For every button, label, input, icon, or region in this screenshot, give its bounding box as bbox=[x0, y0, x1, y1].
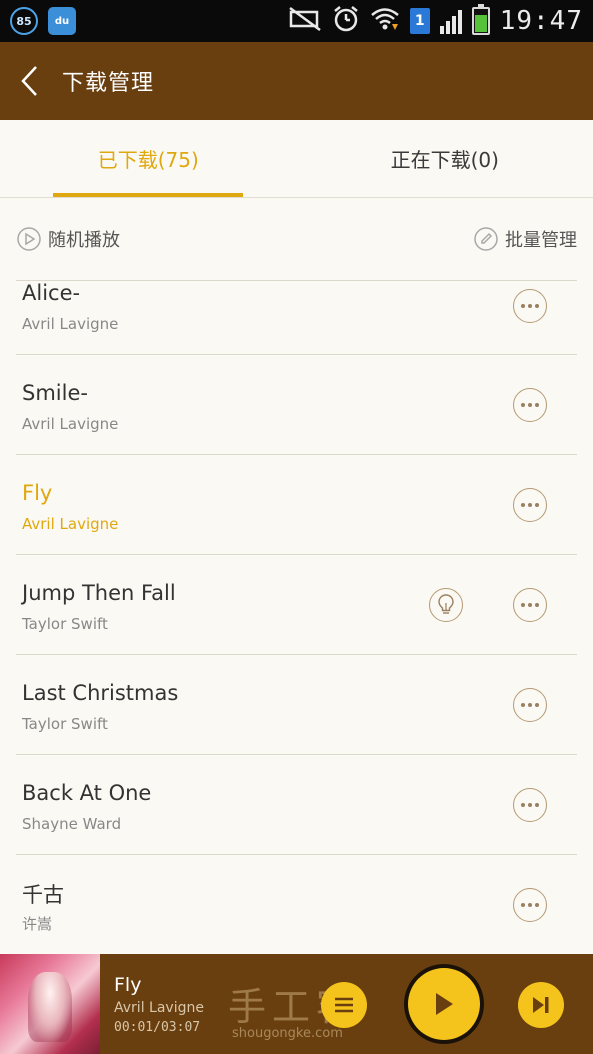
more-icon bbox=[521, 403, 539, 407]
more-options-button[interactable] bbox=[513, 588, 547, 622]
signal-icon bbox=[439, 8, 462, 34]
action-row: 随机播放 批量管理 bbox=[0, 198, 593, 280]
song-title: Alice- bbox=[22, 281, 81, 305]
tip-button[interactable] bbox=[429, 588, 463, 622]
list-item[interactable]: Smile- Avril Lavigne bbox=[16, 355, 577, 455]
more-options-button[interactable] bbox=[513, 888, 547, 922]
status-time: 19:47 bbox=[499, 6, 583, 36]
playlist-icon bbox=[335, 997, 353, 1013]
playlist-button[interactable] bbox=[321, 982, 367, 1028]
song-title: Last Christmas bbox=[22, 681, 179, 705]
status-bar: 85 du 1 19:47 bbox=[0, 0, 593, 42]
more-options-button[interactable] bbox=[513, 788, 547, 822]
more-icon bbox=[521, 903, 539, 907]
header-bar: 下载管理 bbox=[0, 42, 593, 120]
alarm-icon bbox=[332, 5, 360, 37]
sim-slot-icon: 1 bbox=[409, 8, 430, 34]
list-item[interactable]: Last Christmas Taylor Swift bbox=[16, 655, 577, 755]
more-options-button[interactable] bbox=[513, 388, 547, 422]
more-icon bbox=[521, 603, 539, 607]
batch-manage-label: 批量管理 bbox=[505, 230, 577, 251]
tab-downloaded[interactable]: 已下载(75) bbox=[0, 120, 297, 197]
song-title: Smile- bbox=[22, 381, 88, 405]
song-artist: Taylor Swift bbox=[22, 715, 108, 733]
more-icon bbox=[521, 503, 539, 507]
song-title: 千古 bbox=[22, 883, 64, 907]
mini-player[interactable]: Fly Avril Lavigne 00:01/03:07 bbox=[0, 954, 593, 1054]
play-circle-icon bbox=[17, 227, 41, 251]
download-tabs: 已下载(75) 正在下载(0) bbox=[0, 120, 593, 198]
batch-manage-button[interactable]: 批量管理 bbox=[473, 226, 577, 252]
notification-badge-icon: 85 bbox=[10, 7, 38, 35]
list-item[interactable]: Alice- Avril Lavigne bbox=[16, 281, 577, 355]
list-item-playing[interactable]: Fly Avril Lavigne bbox=[16, 455, 577, 555]
song-artist: 许嵩 bbox=[22, 915, 53, 933]
tab-downloading[interactable]: 正在下载(0) bbox=[297, 120, 593, 197]
more-options-button[interactable] bbox=[513, 688, 547, 722]
song-artist: Shayne Ward bbox=[22, 815, 122, 833]
song-list: Alice- Avril Lavigne Smile- Avril Lavign… bbox=[0, 281, 593, 955]
list-item[interactable]: Jump Then Fall Taylor Swift bbox=[16, 555, 577, 655]
song-title: Back At One bbox=[22, 781, 152, 805]
lightbulb-icon bbox=[438, 594, 454, 614]
song-title: Fly bbox=[22, 481, 53, 505]
more-icon bbox=[521, 304, 539, 308]
now-playing-time: 00:01/03:07 bbox=[114, 1019, 201, 1035]
skip-next-icon bbox=[533, 997, 549, 1013]
more-options-button[interactable] bbox=[513, 488, 547, 522]
now-playing-artist: Avril Lavigne bbox=[114, 999, 204, 1016]
more-icon bbox=[521, 803, 539, 807]
shuffle-play-label: 随机播放 bbox=[48, 230, 120, 251]
more-icon bbox=[521, 703, 539, 707]
baidu-music-app-icon: du bbox=[48, 7, 76, 35]
song-title: Jump Then Fall bbox=[22, 581, 176, 605]
now-playing-info: Fly Avril Lavigne 00:01/03:07 bbox=[114, 974, 234, 1035]
song-artist: Avril Lavigne bbox=[22, 315, 119, 333]
notification-off-icon bbox=[288, 6, 322, 37]
shuffle-play-button[interactable]: 随机播放 bbox=[16, 226, 120, 252]
play-button[interactable] bbox=[408, 968, 480, 1040]
battery-icon bbox=[471, 4, 490, 35]
list-item[interactable]: 千古 许嵩 bbox=[16, 855, 577, 955]
now-playing-title: Fly bbox=[114, 973, 142, 996]
song-artist: Avril Lavigne bbox=[22, 515, 119, 533]
more-options-button[interactable] bbox=[513, 289, 547, 323]
edit-icon bbox=[474, 227, 498, 251]
back-button[interactable] bbox=[14, 61, 44, 101]
page-title: 下载管理 bbox=[62, 71, 155, 96]
song-artist: Taylor Swift bbox=[22, 615, 108, 633]
album-art[interactable] bbox=[0, 954, 100, 1054]
list-item[interactable]: Back At One Shayne Ward bbox=[16, 755, 577, 855]
play-icon bbox=[436, 993, 453, 1015]
next-button[interactable] bbox=[518, 982, 564, 1028]
back-arrow-icon bbox=[21, 66, 37, 96]
wifi-icon bbox=[370, 6, 400, 36]
song-artist: Avril Lavigne bbox=[22, 415, 119, 433]
